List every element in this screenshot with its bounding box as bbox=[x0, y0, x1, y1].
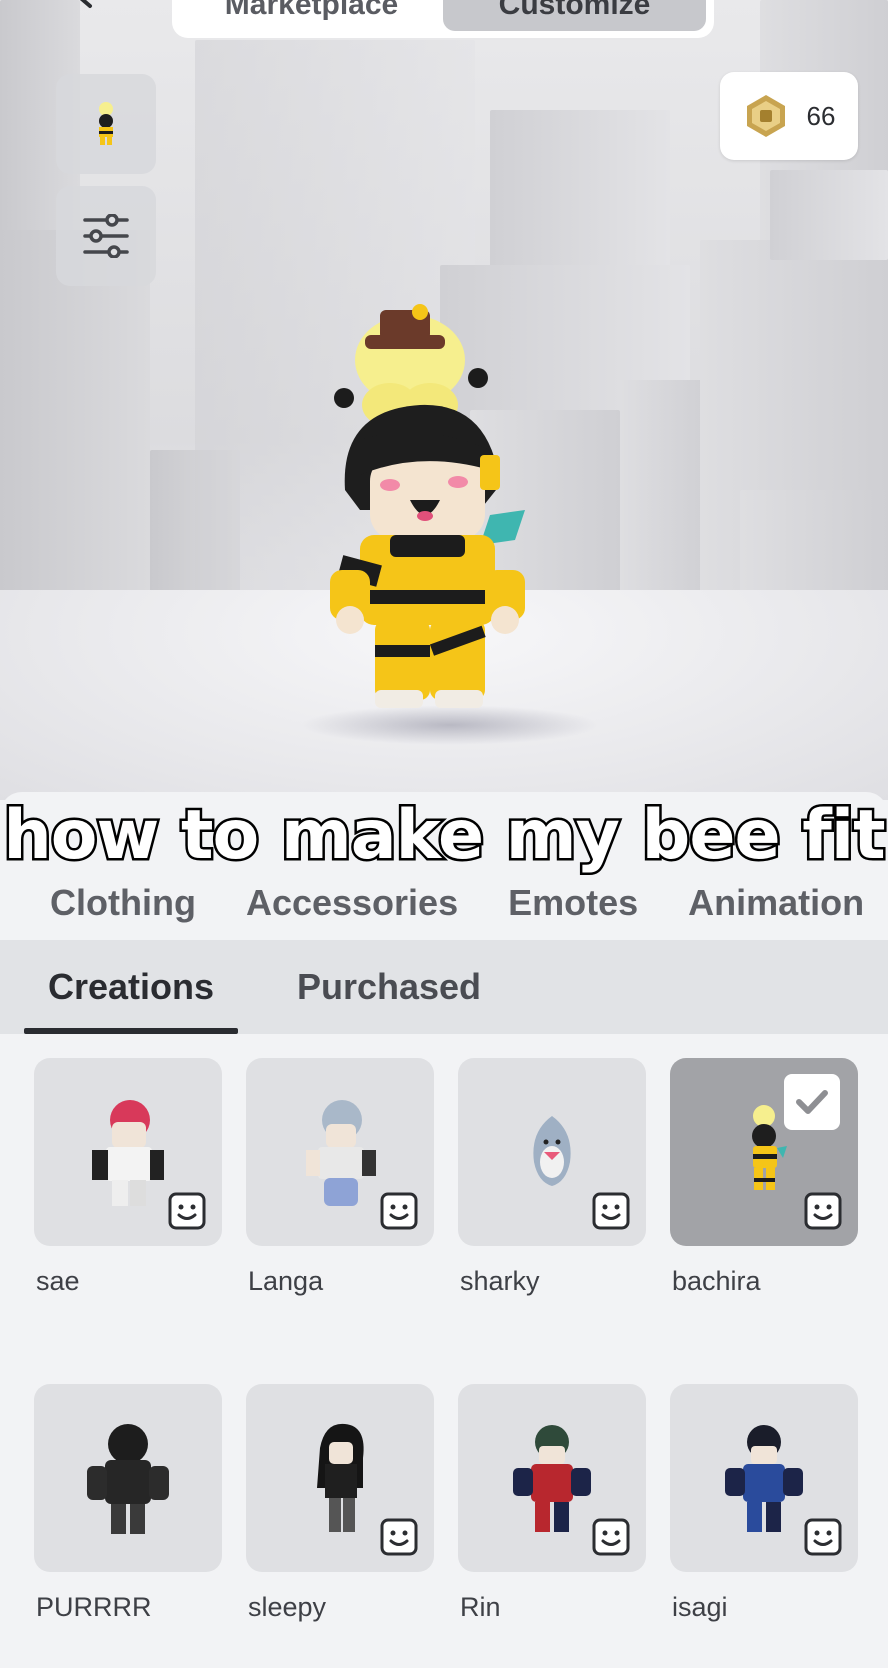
bee-avatar[interactable] bbox=[330, 290, 550, 730]
emote-face-icon[interactable] bbox=[592, 1192, 630, 1230]
hat-ear bbox=[334, 388, 354, 408]
tab-emotes[interactable]: Emotes bbox=[508, 882, 638, 924]
adjust-button[interactable] bbox=[56, 186, 156, 286]
tab-purchased[interactable]: Purchased bbox=[282, 940, 496, 1034]
outfit-card-rin[interactable]: Rin bbox=[458, 1384, 646, 1623]
mode-tabs: Marketplace Customize bbox=[172, 0, 714, 38]
hand bbox=[336, 606, 364, 634]
outfit-thumbnail[interactable] bbox=[670, 1384, 858, 1572]
tab-animation[interactable]: Animation bbox=[688, 882, 864, 924]
active-tab-indicator bbox=[24, 1028, 238, 1034]
tab-accessories[interactable]: Accessories bbox=[246, 882, 458, 924]
outfit-thumbnail-selected[interactable] bbox=[670, 1058, 858, 1246]
category-tabs: Clothing Accessories Emotes Animation bbox=[0, 868, 888, 938]
outfit-avatar-image bbox=[87, 1424, 169, 1534]
outfit-name: Langa bbox=[248, 1266, 324, 1296]
outfit-card-sharky[interactable]: sharky bbox=[458, 1058, 646, 1297]
avatar-scene[interactable]: Marketplace Customize 66 bbox=[0, 0, 888, 800]
avatar-thumbnail-button[interactable] bbox=[56, 74, 156, 174]
outfit-name: isagi bbox=[672, 1592, 728, 1622]
hat-star bbox=[412, 304, 428, 320]
scene-block bbox=[620, 380, 710, 620]
leg bbox=[375, 620, 430, 700]
stripe bbox=[375, 645, 430, 657]
outfit-name: PURRRR bbox=[36, 1592, 152, 1622]
blush bbox=[380, 479, 400, 491]
outfit-card-sae[interactable]: sae bbox=[34, 1058, 222, 1297]
outfit-thumbnail[interactable] bbox=[458, 1384, 646, 1572]
tab-marketplace[interactable]: Marketplace bbox=[180, 0, 443, 31]
mini-avatar-icon bbox=[99, 102, 113, 145]
tab-purchased-label: Purchased bbox=[296, 966, 482, 1007]
emote-face-icon[interactable] bbox=[168, 1192, 206, 1230]
stripe bbox=[360, 590, 495, 604]
tongue bbox=[417, 511, 433, 521]
face bbox=[370, 455, 485, 540]
outfit-card-sleepy[interactable]: sleepy bbox=[246, 1384, 434, 1623]
outfit-name: sleepy bbox=[248, 1592, 327, 1622]
outfit-card-bachira[interactable]: bachira bbox=[670, 1058, 858, 1297]
outfit-thumbnail[interactable] bbox=[246, 1384, 434, 1572]
collar bbox=[390, 535, 465, 557]
outfit-name: bachira bbox=[672, 1266, 761, 1296]
outfit-name: Rin bbox=[460, 1592, 501, 1622]
shoe bbox=[375, 690, 423, 708]
outfit-avatar-image bbox=[725, 1425, 803, 1532]
blush bbox=[448, 476, 468, 488]
outfit-avatar-image bbox=[317, 1423, 364, 1532]
emote-face-icon[interactable] bbox=[592, 1518, 630, 1556]
video-caption: how to make my bee fit bbox=[1, 794, 888, 878]
emote-face-icon[interactable] bbox=[804, 1192, 842, 1230]
outfit-avatar-image bbox=[533, 1116, 571, 1186]
outfit-name: sae bbox=[36, 1266, 80, 1296]
robux-icon bbox=[746, 95, 785, 137]
outfit-thumbnail[interactable] bbox=[34, 1384, 222, 1572]
outfit-card-isagi[interactable]: isagi bbox=[670, 1384, 858, 1623]
robux-balance[interactable]: 66 bbox=[720, 72, 858, 160]
emote-face-icon[interactable] bbox=[380, 1518, 418, 1556]
tab-creations-label: Creations bbox=[47, 966, 215, 1007]
outfit-card-purrrr[interactable]: PURRRR bbox=[34, 1384, 222, 1623]
sliders-icon bbox=[83, 214, 129, 258]
outfit-thumbnail[interactable] bbox=[34, 1058, 222, 1246]
emote-face-icon[interactable] bbox=[380, 1192, 418, 1230]
scene-block bbox=[770, 170, 888, 260]
tab-creations[interactable]: Creations bbox=[24, 940, 238, 1034]
tab-customize[interactable]: Customize bbox=[443, 0, 706, 31]
sub-tabs: Creations Purchased bbox=[0, 940, 888, 1034]
outfit-thumbnail[interactable] bbox=[458, 1058, 646, 1246]
outfit-avatar-image bbox=[513, 1425, 591, 1532]
outfit-avatar-image bbox=[306, 1100, 376, 1206]
robux-amount: 66 bbox=[806, 100, 836, 131]
emote-face-icon[interactable] bbox=[804, 1518, 842, 1556]
tab-clothing[interactable]: Clothing bbox=[50, 882, 196, 924]
hat-ear bbox=[468, 368, 488, 388]
outfit-avatar-image bbox=[752, 1105, 787, 1190]
checkmark-icon bbox=[796, 1090, 828, 1114]
selected-checkmark bbox=[784, 1074, 840, 1130]
shoe bbox=[435, 690, 483, 708]
outfit-avatar-image bbox=[92, 1100, 164, 1206]
hair-streak bbox=[480, 455, 500, 490]
outfit-name: sharky bbox=[460, 1266, 540, 1296]
outfit-thumbnail[interactable] bbox=[246, 1058, 434, 1246]
hand bbox=[491, 606, 519, 634]
back-arrow-icon[interactable] bbox=[72, 0, 120, 16]
outfit-card-langa[interactable]: Langa bbox=[246, 1058, 434, 1297]
